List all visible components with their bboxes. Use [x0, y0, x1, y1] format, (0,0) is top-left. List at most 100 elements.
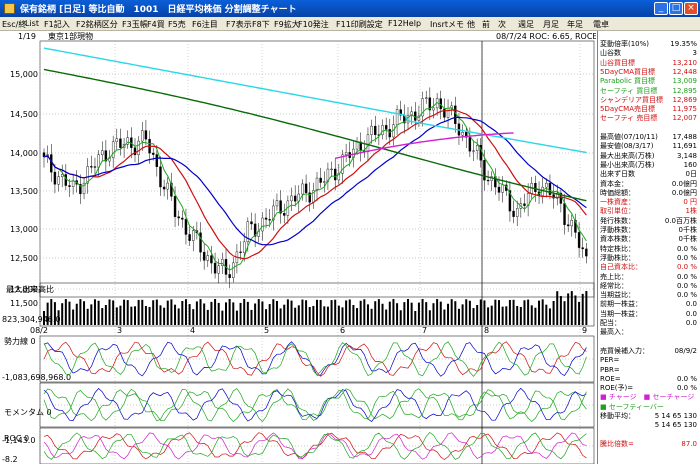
candle-body	[355, 141, 359, 150]
volume-bar	[144, 305, 147, 325]
menu-item-8[interactable]: F7表示	[226, 19, 252, 30]
menu-item-13[interactable]: F12Help	[388, 19, 421, 28]
menu-item-11[interactable]: F10発注	[298, 19, 329, 30]
chart-area[interactable]: 15,000 14,500 14,000 13,500 13,000 12,500 12,0…	[0, 31, 630, 464]
volume-bar	[184, 299, 187, 325]
volume-bar	[90, 304, 93, 325]
info-label: 売上比：	[600, 272, 628, 281]
menu-item-20[interactable]: 年足	[567, 19, 583, 30]
volume-bar	[123, 299, 126, 325]
info-row: 最大出来高(万株) 3,148	[600, 152, 697, 160]
info-label: ■ チャージ ■ セーチャージ	[600, 393, 695, 402]
menu-item-0[interactable]: Esc/終	[2, 19, 26, 30]
menu-item-18[interactable]: 週足	[518, 19, 534, 30]
menu-item-21[interactable]: 電卓	[593, 19, 609, 30]
info-label: ■ セーフティーバー	[600, 402, 664, 411]
volume-bar	[286, 299, 289, 325]
candle-body	[523, 203, 526, 206]
volume-bar	[42, 311, 46, 325]
volume-bar	[490, 305, 493, 325]
volume-bar	[152, 300, 155, 325]
month-label: 08/2	[30, 326, 48, 335]
candle-body	[475, 145, 479, 151]
volume-bar	[254, 303, 257, 325]
menu-item-12[interactable]: F11印刷設定	[336, 19, 383, 30]
volume-bar	[501, 306, 504, 325]
candle-body	[283, 213, 286, 216]
volume-bar	[126, 300, 129, 325]
volume-bar	[443, 309, 446, 325]
info-value: 0.0 %	[676, 253, 697, 262]
volume-bar	[290, 300, 293, 325]
volume-bar	[239, 302, 242, 325]
close-button[interactable]: ×	[684, 2, 698, 15]
info-value: 0.0 %	[676, 374, 697, 383]
volume-bar	[356, 308, 359, 325]
volume-bar	[301, 299, 304, 325]
candle-body	[344, 152, 348, 156]
menu-item-4[interactable]: F3玉帳	[122, 19, 148, 30]
menu-item-2[interactable]: F1記入	[44, 19, 70, 30]
info-label: セーフティ 買目標	[600, 86, 658, 95]
candle-body	[57, 176, 60, 185]
volume-bar	[294, 307, 297, 325]
info-value: 0日	[685, 170, 697, 179]
info-value: 87.0	[681, 439, 697, 448]
menu-item-1[interactable]: List	[25, 19, 39, 28]
candle-body	[162, 186, 166, 190]
candle-body	[177, 216, 180, 219]
info-label: 騰比倍数=	[600, 439, 634, 448]
minimize-button[interactable]: _	[654, 2, 668, 15]
volume-bar	[174, 304, 177, 325]
menu-item-5[interactable]: F4買	[147, 19, 165, 30]
volume-bar	[250, 309, 253, 325]
volume-bar	[476, 304, 479, 325]
volume-bar	[83, 301, 86, 325]
volume-bar	[323, 306, 326, 325]
menu-item-14[interactable]: Insrtメモ	[430, 19, 464, 30]
chart-header: 08/7/24 ROC: 6.65, ROCEMA 1.31	[496, 32, 596, 41]
menu-item-7[interactable]: F6注目	[192, 19, 218, 30]
candle-body	[188, 234, 191, 241]
volume-bar	[559, 296, 562, 325]
indicator-label: 勢力線 0	[4, 336, 36, 346]
info-value: 0.0	[685, 309, 697, 318]
volume-bar	[512, 299, 515, 325]
info-label: 当期益比：	[600, 291, 635, 300]
candle-body	[275, 200, 279, 207]
menu-item-17[interactable]: 次	[498, 19, 506, 30]
info-row: セーフティ 売目標 12,007	[600, 114, 697, 122]
volume-bar	[447, 303, 450, 325]
menu-item-6[interactable]: F5売	[168, 19, 186, 30]
volume-bar	[101, 308, 104, 325]
volume-bar	[479, 299, 482, 325]
info-label: 取引単位：	[600, 207, 635, 216]
info-value: 11,691	[672, 142, 698, 151]
info-label: 特定株比：	[600, 244, 635, 253]
volume-bar	[330, 300, 333, 325]
info-label: 山谷買目標	[600, 58, 635, 67]
info-value: 12,007	[672, 114, 698, 123]
info-value: 12,895	[672, 86, 698, 95]
menu-item-15[interactable]: 他	[467, 19, 475, 30]
candle-body	[304, 183, 308, 193]
maximize-button[interactable]: □	[669, 2, 683, 15]
volume-bar	[403, 302, 406, 325]
info-value: 5 14 65 130	[654, 412, 697, 420]
stock-chart[interactable]: 15,00014,50014,00013,50013,00012,50012,0…	[0, 31, 630, 464]
info-label: 発行株数：	[600, 216, 635, 225]
month-label: 6	[340, 326, 345, 335]
menu-item-3[interactable]: F2銘柄区分	[76, 19, 118, 30]
info-row: 売上比： 0.0 %	[600, 273, 697, 281]
menu-item-10[interactable]: F9拡大	[274, 19, 300, 30]
volume-bar	[578, 301, 581, 325]
info-label: ROE=	[600, 374, 621, 383]
volume-bar	[414, 310, 417, 325]
candle-body	[483, 160, 486, 181]
volume-bar	[181, 300, 184, 325]
menu-item-9[interactable]: F8下	[252, 19, 270, 30]
price-tick-label: 12,500	[10, 254, 38, 263]
menu-item-19[interactable]: 月足	[543, 19, 559, 30]
info-row: ■ セーフティーバー	[600, 403, 697, 411]
menu-item-16[interactable]: 前	[482, 19, 490, 30]
